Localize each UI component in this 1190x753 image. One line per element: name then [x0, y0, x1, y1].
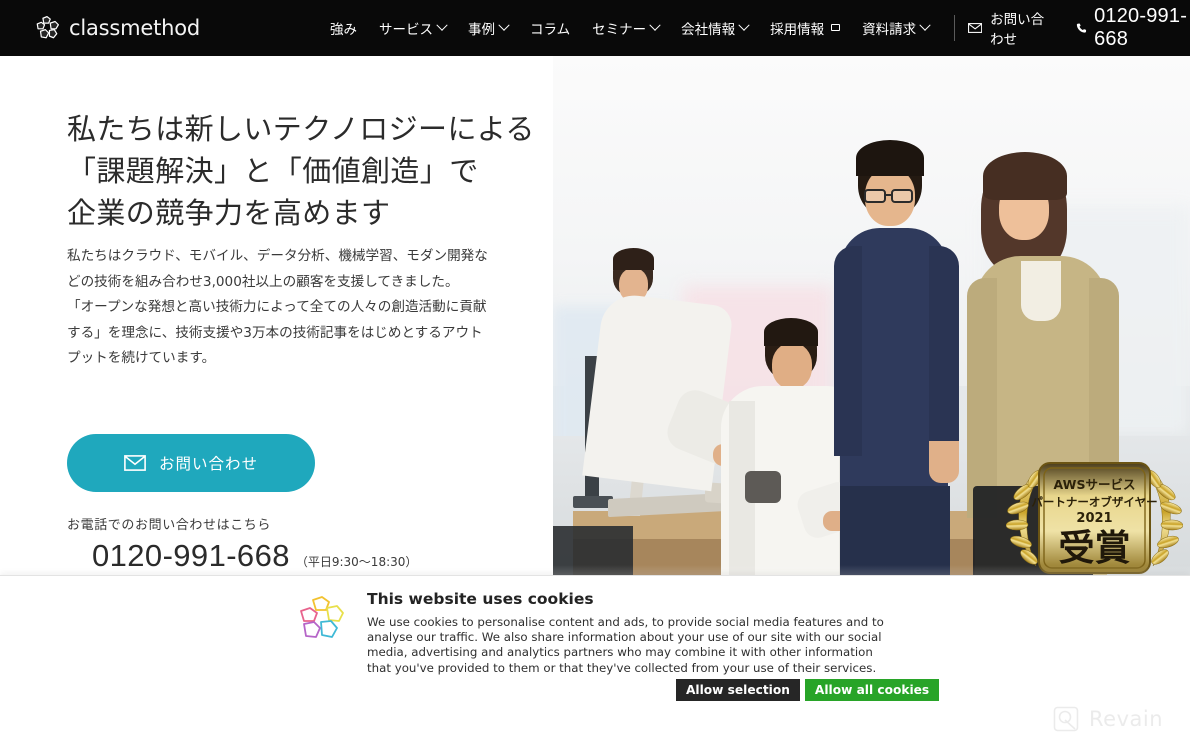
revain-watermark: Revain [1053, 706, 1163, 732]
nav-label: 会社情報 [681, 22, 736, 38]
hero-photo: AWSサービス パートナーオブザイヤー 2021 受賞 [553, 56, 1190, 580]
contact-cta-label: お問い合わせ [158, 455, 258, 473]
chevron-down-icon [649, 19, 661, 31]
cookiebot-logo-icon [300, 596, 344, 638]
nav-label: 強み [330, 22, 358, 38]
award-line1: AWSサービス [1054, 477, 1136, 492]
page-root: classmethod 強み サービス 事例 コラム セミナー 会社情報 採用情… [0, 0, 1190, 753]
nav-label: 事例 [468, 22, 496, 38]
phone-number: 0120-991-668 [92, 538, 290, 573]
phone-hours: （平日9:30〜18:30） [295, 555, 418, 569]
chevron-down-icon [919, 19, 931, 31]
cookie-content: This website uses cookies We use cookies… [296, 590, 896, 676]
aws-award-badge: AWSサービス パートナーオブザイヤー 2021 受賞 [1005, 456, 1184, 578]
nav-item-column[interactable]: コラム [519, 0, 581, 56]
revain-logo-icon [1053, 706, 1079, 732]
nav-label: コラム [530, 22, 571, 38]
phone-icon [1076, 23, 1086, 33]
site-header: classmethod 強み サービス 事例 コラム セミナー 会社情報 採用情… [0, 0, 1190, 56]
nav-item-company-info[interactable]: 会社情報 [670, 0, 759, 56]
header-phone-number: 0120-991-668 [1094, 5, 1188, 50]
header-contact-label: お問い合わせ [990, 12, 1045, 48]
nav-item-services[interactable]: サービス [368, 0, 457, 56]
mail-icon [124, 455, 146, 471]
nav-label: セミナー [592, 22, 647, 38]
logo-text: classmethod [69, 16, 201, 40]
site-logo[interactable]: classmethod [34, 15, 200, 41]
phone-row[interactable]: 0120-991-668 （平日9:30〜18:30） [92, 538, 417, 574]
nav-item-cases[interactable]: 事例 [457, 0, 519, 56]
hero-copy-panel: 私たちは新しいテクノロジーによる 「課題解決」と「価値創造」で 企業の競争力を高… [0, 56, 553, 586]
hero-description: 私たちはクラウド、モバイル、データ分析、機械学習、モダン開発などの技術を組み合わ… [67, 248, 488, 366]
nav-item-recruit[interactable]: 採用情報 [759, 0, 851, 56]
mail-icon [967, 23, 983, 33]
classmethod-cube-logo-icon [36, 16, 59, 39]
award-line3: 2021 [1076, 511, 1112, 526]
cookie-description: We use cookies to personalise content an… [367, 615, 884, 675]
nav-label: 採用情報 [770, 22, 825, 38]
award-line4: 受賞 [1058, 528, 1130, 569]
header-contact-button[interactable]: お問い合わせ [967, 8, 1051, 48]
header-phone-link[interactable]: 0120-991-668 [1076, 5, 1190, 51]
page-title: 私たちは新しいテクノロジーによる 「課題解決」と「価値創造」で 企業の競争力を高… [67, 112, 535, 230]
chevron-down-icon [738, 19, 750, 31]
nav-item-documents[interactable]: 資料請求 [851, 0, 940, 56]
chevron-down-icon [436, 19, 448, 31]
header-actions: お問い合わせ 0120-991-668 [967, 5, 1190, 51]
nav-item-strength[interactable]: 強み [319, 0, 368, 56]
cookie-title: This website uses cookies [367, 590, 594, 608]
contact-cta-button[interactable]: お問い合わせ [67, 434, 315, 492]
chevron-down-icon [498, 19, 510, 31]
cookie-text-block: This website uses cookies We use cookies… [367, 590, 892, 676]
external-link-icon [831, 23, 841, 31]
main-nav: 強み サービス 事例 コラム セミナー 会社情報 採用情報 資料請求 [319, 0, 940, 56]
nav-item-seminar[interactable]: セミナー [581, 0, 670, 56]
nav-label: サービス [379, 22, 434, 38]
award-line2: パートナーオブザイヤー [1031, 495, 1157, 509]
allow-all-cookies-button[interactable]: Allow all cookies [804, 679, 940, 701]
cookie-consent-banner: This website uses cookies We use cookies… [0, 575, 1190, 753]
header-divider [954, 15, 955, 41]
revain-watermark-label: Revain [1089, 707, 1164, 731]
allow-selection-button[interactable]: Allow selection [676, 679, 800, 701]
nav-label: 資料請求 [862, 22, 917, 38]
cookie-action-buttons: Allow selection Allow all cookies [676, 679, 940, 701]
phone-caption: お電話でのお問い合わせはこちら [67, 518, 272, 533]
